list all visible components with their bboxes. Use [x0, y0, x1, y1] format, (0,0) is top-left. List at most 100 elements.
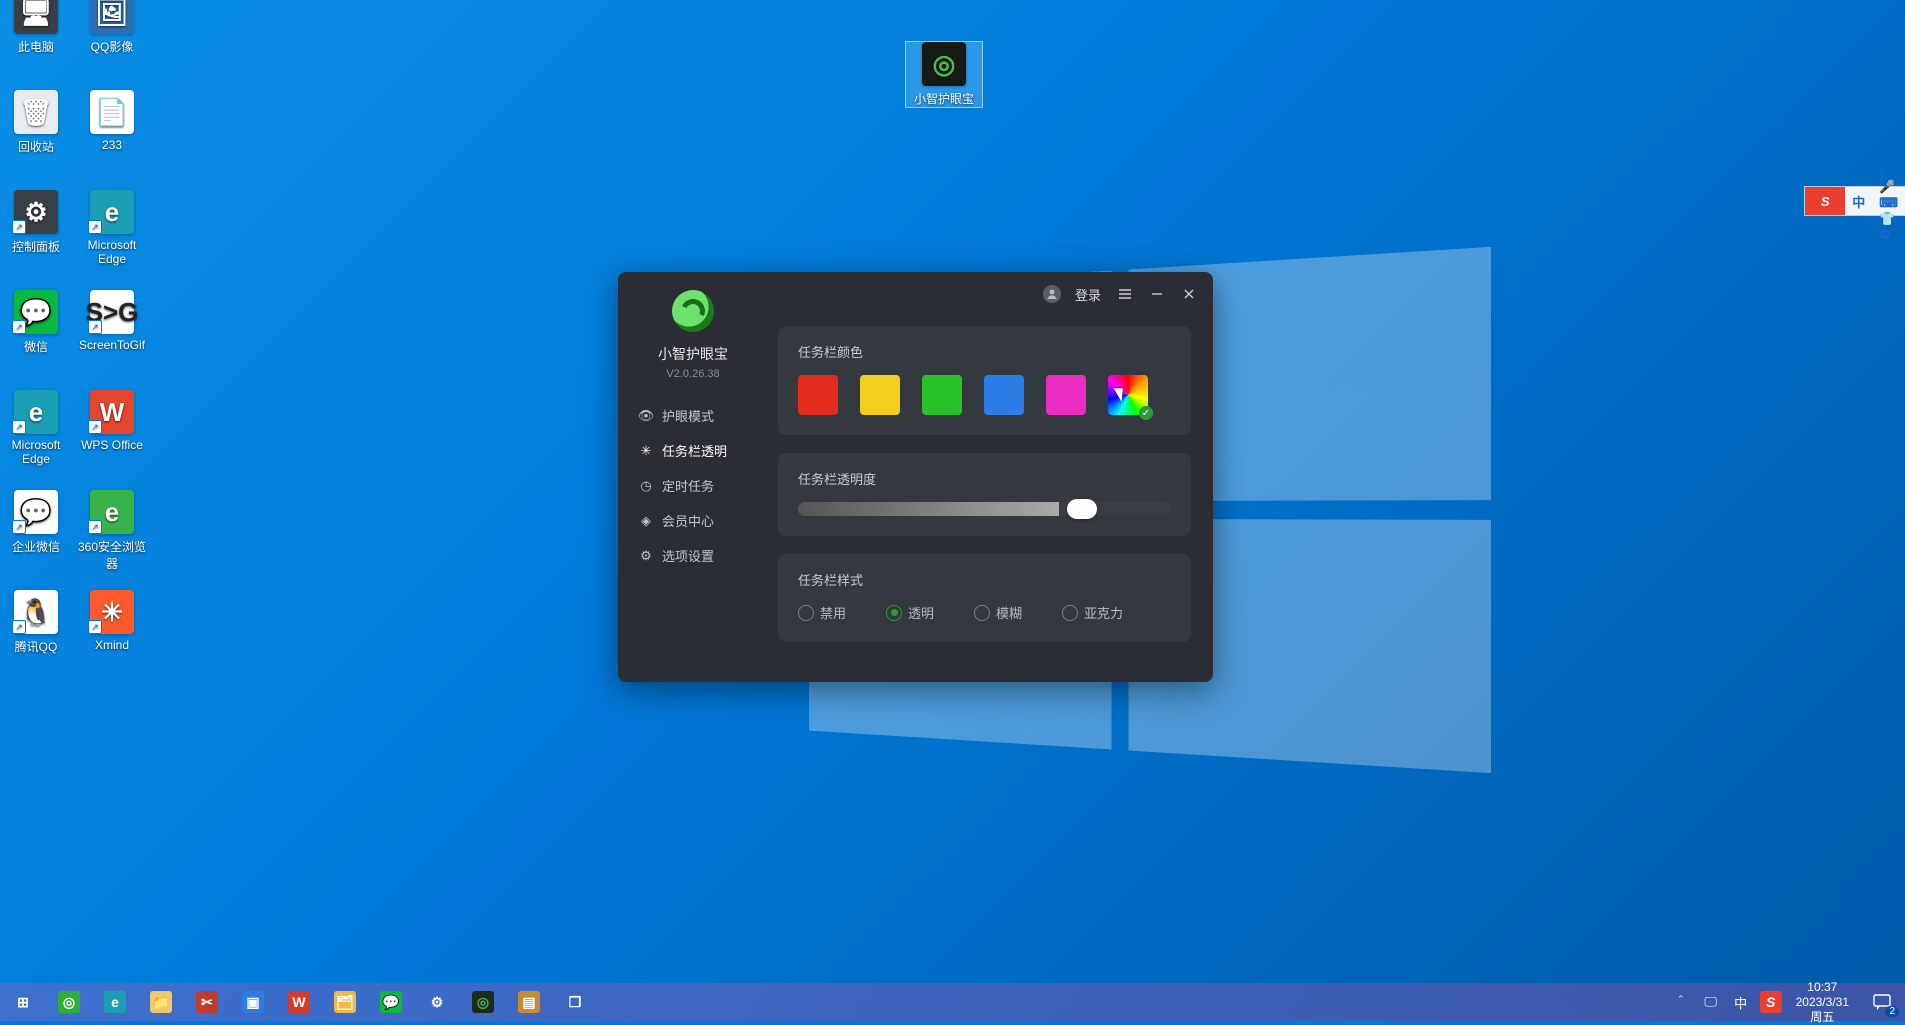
- ime-item[interactable]: ⌨: [1872, 195, 1905, 211]
- sparkle-icon: ✳: [638, 443, 654, 459]
- desktop-icon[interactable]: 💬↗微信: [0, 290, 74, 355]
- tray-icon[interactable]: ＾: [1666, 983, 1696, 1021]
- clock-date: 2023/3/31: [1796, 995, 1849, 1010]
- taskbar-app-edge[interactable]: e: [92, 983, 138, 1021]
- taskbar-app-terminal[interactable]: ▤: [506, 983, 552, 1021]
- desktop-icon-label: 腾讯QQ: [15, 640, 58, 654]
- nav-item-sparkle[interactable]: ✳任务栏透明: [628, 433, 758, 468]
- ime-mode[interactable]: 中: [1845, 187, 1872, 215]
- nav-item-clock[interactable]: ◷ 定时任务: [628, 468, 758, 503]
- gear-icon: ⚙: [638, 548, 654, 564]
- color-swatch[interactable]: [860, 375, 900, 415]
- taskbar-app-360[interactable]: ◎: [46, 983, 92, 1021]
- desktop-icon[interactable]: e↗Microsoft Edge: [0, 390, 74, 466]
- taskbar-app-wechat[interactable]: 💬: [368, 983, 414, 1021]
- close-icon: [1182, 287, 1196, 301]
- desktop-icon[interactable]: ✳↗Xmind: [74, 590, 150, 652]
- color-swatch[interactable]: [922, 375, 962, 415]
- login-button[interactable]: 登录: [1069, 280, 1107, 308]
- desktop-icon[interactable]: 🐧↗腾讯QQ: [0, 590, 74, 655]
- shortcut-arrow-icon: ↗: [88, 620, 102, 634]
- nav-item-eye[interactable]: 👁护眼模式: [628, 398, 758, 433]
- menu-button[interactable]: [1111, 280, 1139, 308]
- ime-item[interactable]: 👕: [1872, 211, 1905, 227]
- desktop-icon-label: 233: [102, 138, 122, 152]
- close-button[interactable]: [1175, 280, 1203, 308]
- taskbar-app-explorer[interactable]: 📁: [138, 983, 184, 1021]
- action-center-button[interactable]: 2: [1859, 983, 1905, 1021]
- color-swatch[interactable]: [798, 375, 838, 415]
- desktop-icon[interactable]: 🗑回收站: [0, 90, 74, 155]
- radio-dot-icon: [974, 605, 990, 621]
- tray-sogou[interactable]: S: [1756, 983, 1786, 1021]
- radio-dot-icon: [798, 605, 814, 621]
- opacity-slider[interactable]: [798, 502, 1171, 516]
- sogou-logo-icon[interactable]: S: [1805, 187, 1845, 215]
- taskbar-clock[interactable]: 10:37 2023/3/31 周五: [1786, 980, 1859, 1025]
- taskbar[interactable]: ⊞◎e📁✂▣W🗂💬⚙◎▤❐ ＾🖵中 S 10:37 2023/3/31 周五 2: [0, 983, 1905, 1021]
- shortcut-arrow-icon: ↗: [12, 320, 26, 334]
- taskbar-app-taskview[interactable]: ❐: [552, 983, 598, 1021]
- slider-thumb[interactable]: [1067, 499, 1097, 519]
- color-swatch-row: ✓: [798, 375, 1171, 415]
- taskbar-app-start[interactable]: ⊞: [0, 983, 46, 1021]
- taskbar-app-wps[interactable]: W: [276, 983, 322, 1021]
- radio-label: 模糊: [996, 603, 1022, 622]
- nav-item-diamond[interactable]: ◈会员中心: [628, 503, 758, 538]
- wechat-icon: 💬: [380, 991, 402, 1013]
- taskbar-app-files[interactable]: 🗂: [322, 983, 368, 1021]
- desktop-icon[interactable]: 🖥此电脑: [0, 0, 74, 55]
- shortcut-arrow-icon: ↗: [88, 220, 102, 234]
- style-radio[interactable]: 模糊: [974, 603, 1022, 622]
- taskbar-app-snip[interactable]: ✂: [184, 983, 230, 1021]
- shortcut-arrow-icon: ↗: [88, 520, 102, 534]
- desktop-icon[interactable]: 📄233: [74, 90, 150, 152]
- style-radio[interactable]: 亚克力: [1062, 603, 1123, 622]
- shortcut-arrow-icon: ↗: [12, 520, 26, 534]
- taskbar-app-eyeguard[interactable]: ◎: [460, 983, 506, 1021]
- nav-label: 护眼模式: [662, 406, 714, 425]
- ime-item[interactable]: ，: [1872, 160, 1905, 179]
- minimize-button[interactable]: [1143, 280, 1171, 308]
- panel-title: 任务栏颜色: [798, 342, 1171, 361]
- hamburger-icon: [1118, 287, 1132, 301]
- color-swatch[interactable]: [984, 375, 1024, 415]
- desktop-icon[interactable]: ⚙↗控制面板: [0, 190, 74, 255]
- desktop-icon[interactable]: 🖼QQ影像: [74, 0, 150, 55]
- mouse-cursor-icon: [1114, 384, 1129, 402]
- desktop-icon[interactable]: 💬↗企业微信: [0, 490, 74, 555]
- app-version: V2.0.26.38: [666, 368, 719, 380]
- ime-item[interactable]: ⚙: [1872, 227, 1905, 243]
- taskbar-app-settings[interactable]: ⚙: [414, 983, 460, 1021]
- nav-label: 定时任务: [662, 476, 714, 495]
- ime-toolbar[interactable]: S 中 ，🎤⌨👕⚙: [1804, 186, 1905, 216]
- desktop-icon-label: Xmind: [95, 638, 129, 652]
- color-swatch-custom[interactable]: ✓: [1108, 375, 1148, 415]
- diamond-icon: ◈: [638, 513, 654, 529]
- desktop-icon-eyeguard[interactable]: ◎ 小智护眼宝: [906, 42, 982, 107]
- files-icon: 🗂: [334, 991, 356, 1013]
- desktop-icon[interactable]: S>G↗ScreenToGif: [74, 290, 150, 352]
- desktop-icon-label: 360安全浏览器: [78, 540, 146, 571]
- panel-taskbar-style: 任务栏样式 禁用透明模糊亚克力: [778, 554, 1191, 642]
- desktop-icon-label: 微信: [24, 340, 48, 354]
- radio-dot-icon: [1062, 605, 1078, 621]
- radio-label: 亚克力: [1084, 603, 1123, 622]
- ime-item[interactable]: 🎤: [1872, 179, 1905, 195]
- tray-icon[interactable]: 🖵: [1696, 983, 1726, 1021]
- user-icon: [1043, 285, 1061, 303]
- nav-item-gear[interactable]: ⚙选项设置: [628, 538, 758, 573]
- shortcut-arrow-icon: ↗: [88, 320, 102, 334]
- style-radio[interactable]: 透明: [886, 603, 934, 622]
- desktop-icon[interactable]: e↗Microsoft Edge: [74, 190, 150, 266]
- desktop-icon-label: ScreenToGif: [79, 338, 145, 352]
- sidebar: 小智护眼宝 V2.0.26.38 👁护眼模式✳任务栏透明 ◷ 定时任务 ◈会员中心⚙选…: [618, 272, 768, 682]
- desktop-icon[interactable]: e↗360安全浏览器: [74, 490, 150, 572]
- color-swatch[interactable]: [1046, 375, 1086, 415]
- tray-icon[interactable]: 中: [1726, 983, 1756, 1021]
- style-radio[interactable]: 禁用: [798, 603, 846, 622]
- taskbar-app-photos[interactable]: ▣: [230, 983, 276, 1021]
- clock-icon: ◷: [638, 478, 654, 494]
- desktop-icon[interactable]: W↗WPS Office: [74, 390, 150, 452]
- app-name: 小智护眼宝: [658, 344, 728, 364]
